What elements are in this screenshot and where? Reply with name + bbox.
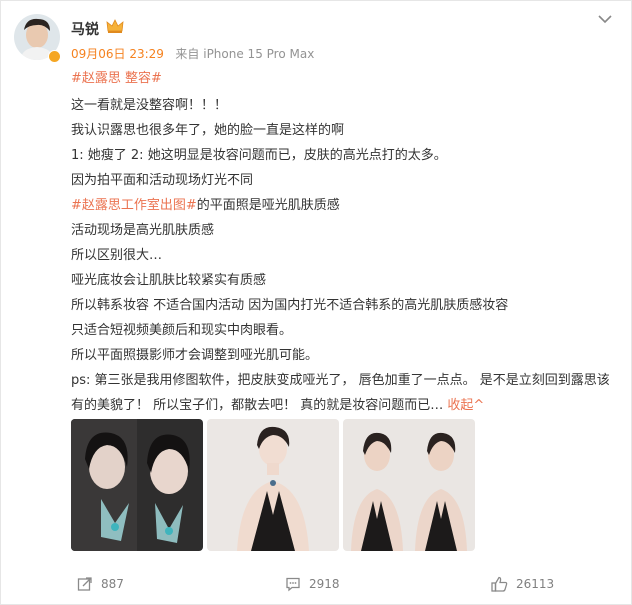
post-line: 活动现场是高光肌肤质感: [71, 223, 215, 238]
comment-button[interactable]: 2918: [285, 569, 340, 599]
post-line: 因为拍平面和活动现场灯光不同: [71, 173, 254, 188]
post-source: 来自 iPhone 15 Pro Max: [175, 47, 315, 61]
post-image[interactable]: [71, 419, 203, 551]
post-line: 只适合短视频美颜后和现实中肉眼看。: [71, 323, 293, 338]
comment-icon: [286, 577, 300, 592]
thumbs-up-icon: [491, 576, 508, 592]
post-body: 这一看就是没整容啊！！！ 我认识露思也很多年了，她的脸一直是这样的啊 1: 她瘦…: [71, 93, 611, 418]
post-line: 所以平面照摄影师才会调整到哑光肌可能。: [71, 348, 319, 363]
post-meta: 09月06日 23:29 来自 iPhone 15 Pro Max: [71, 45, 314, 62]
post-line: 哑光底妆会让肌肤比较紧实有质感: [71, 273, 267, 288]
vip-crown-icon: [106, 18, 124, 38]
post-ps-paragraph: ps: 第三张是我用修图软件，把皮肤变成哑光了， 唇色加重了一点点。 是不是立刻…: [71, 368, 611, 418]
post-image[interactable]: [343, 419, 475, 551]
post-line: 这一看就是没整容啊！！！: [71, 98, 228, 113]
post-image[interactable]: [207, 419, 339, 551]
verified-badge: [48, 50, 61, 63]
post-line: 所以区别很大…: [71, 248, 163, 263]
like-button[interactable]: 26113: [491, 569, 554, 599]
post-actions: 887 2918 26113: [1, 569, 632, 599]
username[interactable]: 马锐: [71, 19, 99, 39]
comment-count: 2918: [309, 577, 340, 591]
chevron-down-icon[interactable]: [597, 11, 613, 30]
studio-hashtag-link[interactable]: #赵露思工作室出图#: [71, 198, 197, 213]
repost-count: 887: [101, 577, 124, 591]
hashtag-line[interactable]: #赵露思 整容#: [71, 67, 162, 86]
collapse-link[interactable]: 收起^: [447, 398, 484, 413]
post-line: 我认识露思也很多年了，她的脸一直是这样的啊: [71, 123, 345, 138]
weibo-post-card: 马锐 09月06日 23:29 来自 iPhone 15 Pro Max #赵露…: [0, 0, 632, 605]
repost-icon: [77, 577, 92, 591]
repost-button[interactable]: 887: [77, 569, 124, 599]
post-line: 1: 她瘦了 2: 她这明显是妆容问题而已，皮肤的高光点打的太多。: [71, 148, 447, 163]
post-line: 所以韩系妆容 不适合国内活动 因为国内打光不适合韩系的高光肌肤质感妆容: [71, 298, 509, 313]
post-line-with-tag: #赵露思工作室出图#的平面照是哑光肌肤质感: [71, 193, 611, 218]
ps-text: ps: 第三张是我用修图软件，把皮肤变成哑光了， 唇色加重了一点点。 是不是立刻…: [71, 373, 610, 413]
post-line-text: 的平面照是哑光肌肤质感: [196, 198, 340, 213]
post-time[interactable]: 09月06日 23:29: [71, 47, 164, 61]
like-count: 26113: [516, 577, 555, 591]
